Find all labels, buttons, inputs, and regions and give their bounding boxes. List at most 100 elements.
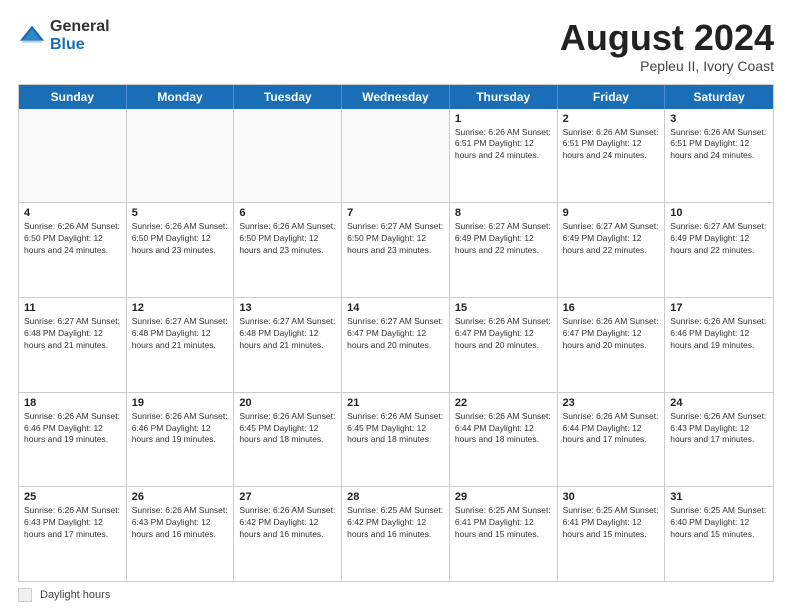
day-number: 15 — [455, 302, 552, 314]
day-number: 14 — [347, 302, 444, 314]
day-number: 26 — [132, 491, 229, 503]
calendar-cell: 19Sunrise: 6:26 AM Sunset: 6:46 PM Dayli… — [127, 393, 235, 487]
logo-icon — [18, 22, 46, 50]
header: General Blue August 2024 Pepleu II, Ivor… — [18, 18, 774, 74]
calendar-cell: 23 Sunrise: 6:26 AM Sunset: 6:44 PM Dayli… — [558, 393, 666, 487]
day-info: Sunrise: 6:27 AM Sunset: 6:47 PM Dayligh… — [347, 316, 444, 352]
main-title: August 2024 — [560, 18, 774, 58]
day-info: Sunrise: 6:27 AM Sunset: 6:48 PM Dayligh… — [239, 316, 336, 352]
calendar-week: 11Sunrise: 6:27 AM Sunset: 6:48 PM Dayli… — [19, 298, 773, 393]
day-of-week-header: Tuesday — [234, 85, 342, 109]
calendar-cell: 10 Sunrise: 6:27 AM Sunset: 6:49 PM Dayli… — [665, 203, 773, 297]
day-number: 2 — [563, 113, 660, 125]
logo-blue-text: Blue — [50, 36, 110, 54]
day-number: 10 — [670, 207, 768, 219]
calendar-cell: 20 Sunrise: 6:26 AM Sunset: 6:45 PM Dayli… — [234, 393, 342, 487]
page: General Blue August 2024 Pepleu II, Ivor… — [0, 0, 792, 612]
day-info: Sunrise: 6:27 AM Sunset: 6:49 PM Dayligh… — [670, 221, 768, 257]
day-number: 31 — [670, 491, 768, 503]
calendar-week: 18 Sunrise: 6:26 AM Sunset: 6:46 PM Dayli… — [19, 393, 773, 488]
day-info: Sunrise: 6:25 AM Sunset: 6:41 PM Dayligh… — [455, 505, 552, 541]
day-info: Sunrise: 6:27 AM Sunset: 6:49 PM Dayligh… — [563, 221, 660, 257]
calendar-cell: 16 Sunrise: 6:26 AM Sunset: 6:47 PM Dayli… — [558, 298, 666, 392]
day-number: 24 — [670, 397, 768, 409]
day-number: 6 — [239, 207, 336, 219]
calendar-cell: 22 Sunrise: 6:26 AM Sunset: 6:44 PM Dayli… — [450, 393, 558, 487]
day-info: Sunrise: 6:27 AM Sunset: 6:48 PM Dayligh… — [132, 316, 229, 352]
calendar-header-row: SundayMondayTuesdayWednesdayThursdayFrid… — [19, 85, 773, 109]
calendar-week: 4 Sunrise: 6:26 AM Sunset: 6:50 PM Daylig… — [19, 203, 773, 298]
day-info: Sunrise: 6:26 AM Sunset: 6:51 PM Dayligh… — [455, 127, 552, 163]
calendar-cell: 7 Sunrise: 6:27 AM Sunset: 6:50 PM Daylig… — [342, 203, 450, 297]
title-block: August 2024 Pepleu II, Ivory Coast — [560, 18, 774, 74]
day-of-week-header: Wednesday — [342, 85, 450, 109]
day-info: Sunrise: 6:26 AM Sunset: 6:50 PM Dayligh… — [24, 221, 121, 257]
day-info: Sunrise: 6:26 AM Sunset: 6:44 PM Dayligh… — [455, 411, 552, 447]
day-number: 30 — [563, 491, 660, 503]
subtitle: Pepleu II, Ivory Coast — [560, 58, 774, 74]
day-info: Sunrise: 6:27 AM Sunset: 6:48 PM Dayligh… — [24, 316, 121, 352]
day-number: 8 — [455, 207, 552, 219]
day-info: Sunrise: 6:26 AM Sunset: 6:43 PM Dayligh… — [24, 505, 121, 541]
calendar-cell: 21Sunrise: 6:26 AM Sunset: 6:45 PM Dayli… — [342, 393, 450, 487]
day-info: Sunrise: 6:26 AM Sunset: 6:43 PM Dayligh… — [670, 411, 768, 447]
day-number: 4 — [24, 207, 121, 219]
day-number: 28 — [347, 491, 444, 503]
day-info: Sunrise: 6:27 AM Sunset: 6:49 PM Dayligh… — [455, 221, 552, 257]
day-info: Sunrise: 6:26 AM Sunset: 6:46 PM Dayligh… — [24, 411, 121, 447]
day-info: Sunrise: 6:26 AM Sunset: 6:51 PM Dayligh… — [670, 127, 768, 163]
calendar: SundayMondayTuesdayWednesdayThursdayFrid… — [18, 84, 774, 582]
day-number: 25 — [24, 491, 121, 503]
calendar-cell: 5Sunrise: 6:26 AM Sunset: 6:50 PM Daylig… — [127, 203, 235, 297]
day-number: 17 — [670, 302, 768, 314]
day-info: Sunrise: 6:26 AM Sunset: 6:50 PM Dayligh… — [239, 221, 336, 257]
day-number: 7 — [347, 207, 444, 219]
day-number: 22 — [455, 397, 552, 409]
day-of-week-header: Friday — [558, 85, 666, 109]
day-number: 23 — [563, 397, 660, 409]
day-info: Sunrise: 6:26 AM Sunset: 6:47 PM Dayligh… — [563, 316, 660, 352]
calendar-cell: 9 Sunrise: 6:27 AM Sunset: 6:49 PM Daylig… — [558, 203, 666, 297]
calendar-cell: 24 Sunrise: 6:26 AM Sunset: 6:43 PM Dayli… — [665, 393, 773, 487]
day-number: 12 — [132, 302, 229, 314]
day-info: Sunrise: 6:27 AM Sunset: 6:50 PM Dayligh… — [347, 221, 444, 257]
day-number: 1 — [455, 113, 552, 125]
calendar-cell: 12 Sunrise: 6:27 AM Sunset: 6:48 PM Dayli… — [127, 298, 235, 392]
calendar-cell — [19, 109, 127, 203]
day-info: Sunrise: 6:26 AM Sunset: 6:47 PM Dayligh… — [455, 316, 552, 352]
calendar-cell: 25 Sunrise: 6:26 AM Sunset: 6:43 PM Dayli… — [19, 487, 127, 581]
calendar-cell: 1 Sunrise: 6:26 AM Sunset: 6:51 PM Daylig… — [450, 109, 558, 203]
day-number: 5 — [132, 207, 229, 219]
calendar-cell — [342, 109, 450, 203]
day-info: Sunrise: 6:26 AM Sunset: 6:43 PM Dayligh… — [132, 505, 229, 541]
day-number: 9 — [563, 207, 660, 219]
calendar-body: 1 Sunrise: 6:26 AM Sunset: 6:51 PM Daylig… — [19, 109, 773, 581]
day-info: Sunrise: 6:25 AM Sunset: 6:40 PM Dayligh… — [670, 505, 768, 541]
day-number: 21 — [347, 397, 444, 409]
calendar-cell: 29 Sunrise: 6:25 AM Sunset: 6:41 PM Dayli… — [450, 487, 558, 581]
day-info: Sunrise: 6:26 AM Sunset: 6:45 PM Dayligh… — [239, 411, 336, 447]
calendar-cell: 15 Sunrise: 6:26 AM Sunset: 6:47 PM Dayli… — [450, 298, 558, 392]
day-of-week-header: Sunday — [19, 85, 127, 109]
day-number: 20 — [239, 397, 336, 409]
calendar-cell: 27Sunrise: 6:26 AM Sunset: 6:42 PM Dayli… — [234, 487, 342, 581]
day-number: 18 — [24, 397, 121, 409]
logo-general-text: General — [50, 18, 110, 36]
calendar-cell: 13Sunrise: 6:27 AM Sunset: 6:48 PM Dayli… — [234, 298, 342, 392]
day-number: 3 — [670, 113, 768, 125]
day-of-week-header: Thursday — [450, 85, 558, 109]
day-number: 16 — [563, 302, 660, 314]
calendar-cell: 28Sunrise: 6:25 AM Sunset: 6:42 PM Dayli… — [342, 487, 450, 581]
calendar-cell: 8 Sunrise: 6:27 AM Sunset: 6:49 PM Daylig… — [450, 203, 558, 297]
calendar-cell: 30 Sunrise: 6:25 AM Sunset: 6:41 PM Dayli… — [558, 487, 666, 581]
logo: General Blue — [18, 18, 110, 53]
calendar-cell: 17Sunrise: 6:26 AM Sunset: 6:46 PM Dayli… — [665, 298, 773, 392]
calendar-cell — [234, 109, 342, 203]
calendar-week: 25 Sunrise: 6:26 AM Sunset: 6:43 PM Dayli… — [19, 487, 773, 581]
day-number: 29 — [455, 491, 552, 503]
calendar-cell: 2Sunrise: 6:26 AM Sunset: 6:51 PM Daylig… — [558, 109, 666, 203]
calendar-cell: 18 Sunrise: 6:26 AM Sunset: 6:46 PM Dayli… — [19, 393, 127, 487]
day-info: Sunrise: 6:25 AM Sunset: 6:41 PM Dayligh… — [563, 505, 660, 541]
logo-text: General Blue — [50, 18, 110, 53]
day-info: Sunrise: 6:26 AM Sunset: 6:44 PM Dayligh… — [563, 411, 660, 447]
